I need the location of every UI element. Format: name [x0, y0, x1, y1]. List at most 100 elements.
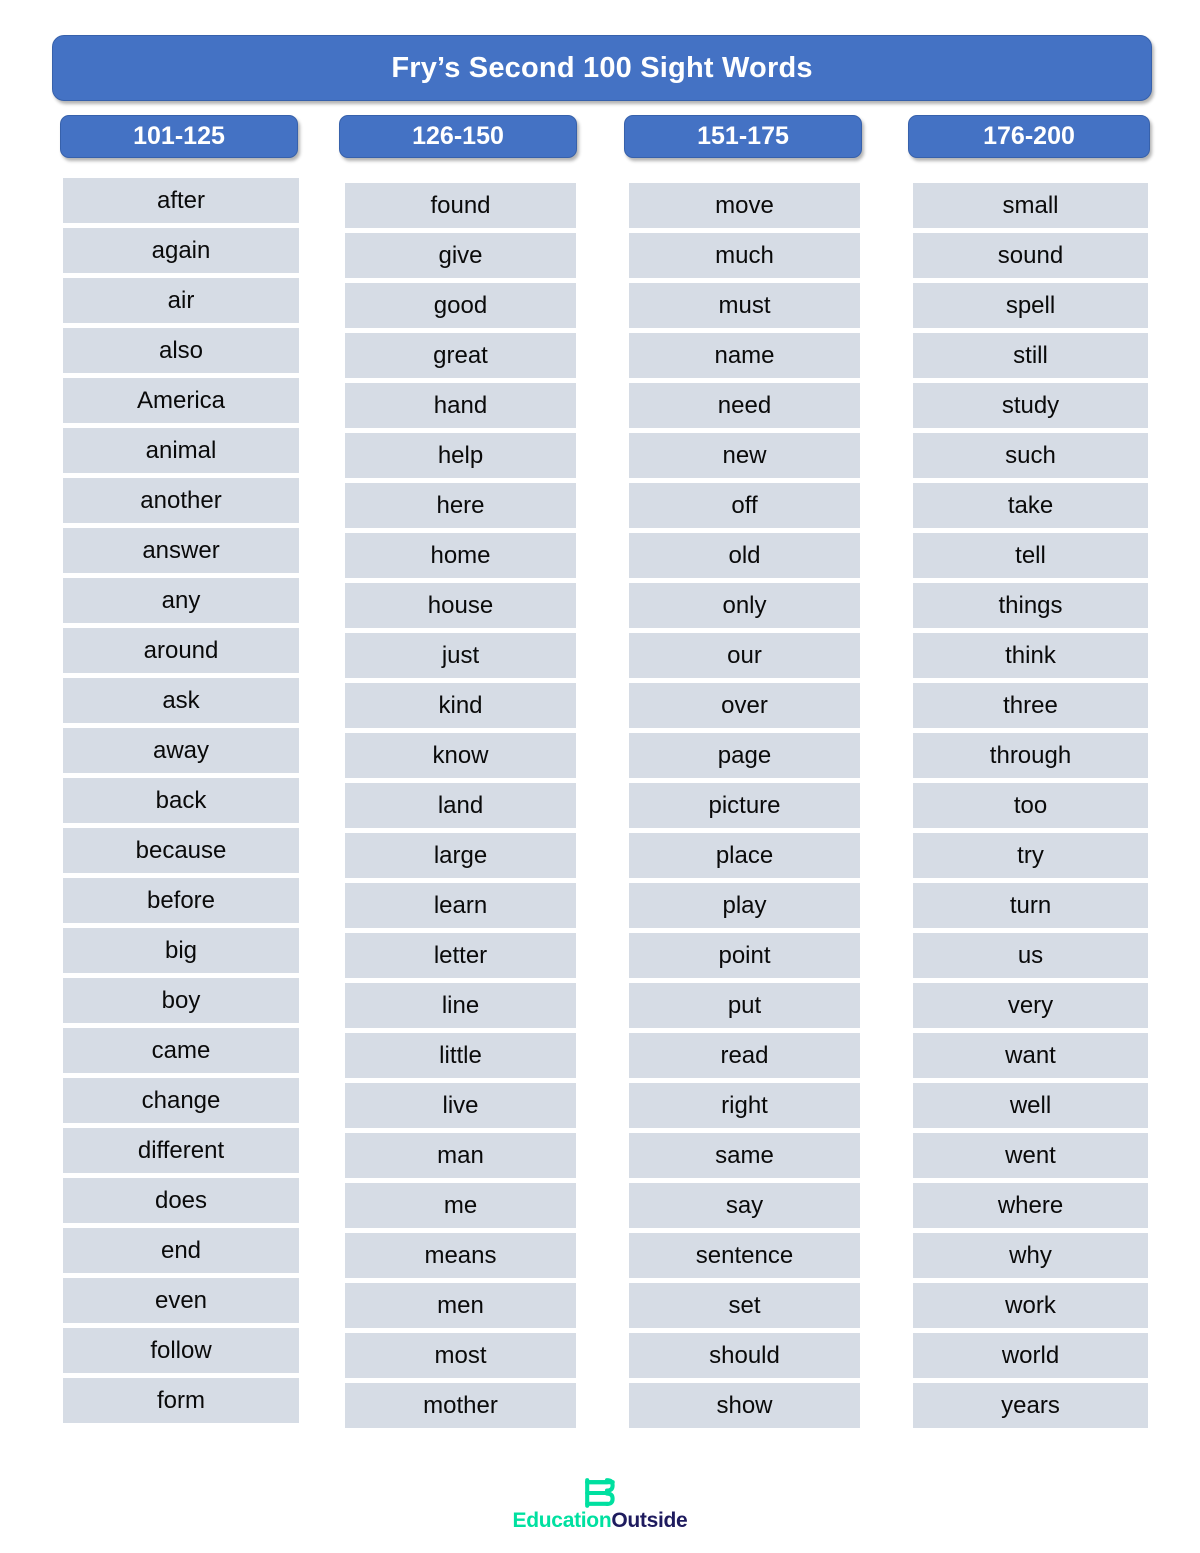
word-label: through: [989, 741, 1072, 769]
word-cell: spell: [913, 283, 1148, 328]
word-cell: letter: [345, 933, 576, 978]
word-cell: need: [629, 383, 860, 428]
word-label: take: [1007, 491, 1054, 519]
word-label: our: [727, 641, 762, 669]
word-label: us: [1017, 941, 1044, 969]
column-header-126-150: 126-150: [339, 115, 577, 158]
word-label: sound: [997, 241, 1064, 269]
word-cell: place: [629, 833, 860, 878]
word-label: where: [997, 1191, 1064, 1219]
word-cell: little: [345, 1033, 576, 1078]
word-label: America: [136, 386, 226, 414]
word-label: because: [135, 836, 227, 864]
word-label: came: [151, 1036, 211, 1064]
word-label: place: [715, 841, 774, 869]
logo-word-education: Education: [512, 1509, 612, 1532]
word-cell: just: [345, 633, 576, 678]
word-label: man: [437, 1141, 484, 1169]
column-header-label: 126-150: [412, 122, 504, 150]
word-label: away: [152, 736, 210, 764]
word-label: line: [441, 991, 480, 1019]
word-label: answer: [142, 536, 220, 564]
worksheet-page: Fry’s Second 100 Sight Words 101-125 126…: [0, 0, 1200, 1553]
stacked-book-e-icon: [585, 1478, 615, 1508]
word-label: around: [143, 636, 219, 664]
word-cell: after: [63, 178, 299, 223]
word-cell: kind: [345, 683, 576, 728]
word-cell: sound: [913, 233, 1148, 278]
word-cell: America: [63, 378, 299, 423]
word-label: also: [158, 336, 204, 364]
column-header-label: 151-175: [697, 122, 789, 150]
word-label: such: [1005, 441, 1056, 469]
word-label: well: [1009, 1091, 1052, 1119]
word-column-176-200: small sound spell still study such take tell thi…: [913, 183, 1148, 1428]
word-label: say: [725, 1191, 764, 1219]
word-cell: work: [913, 1283, 1148, 1328]
word-cell: must: [629, 283, 860, 328]
word-cell: men: [345, 1283, 576, 1328]
word-cell: where: [913, 1183, 1148, 1228]
word-cell: too: [913, 783, 1148, 828]
word-label: found: [430, 191, 491, 219]
word-cell: big: [63, 928, 299, 973]
word-label: boy: [161, 986, 201, 1014]
word-cell: live: [345, 1083, 576, 1128]
word-cell: right: [629, 1083, 860, 1128]
word-cell: old: [629, 533, 860, 578]
word-cell: same: [629, 1133, 860, 1178]
word-label: change: [141, 1086, 221, 1114]
word-cell: point: [629, 933, 860, 978]
word-label: right: [721, 1091, 768, 1119]
word-cell: answer: [63, 528, 299, 573]
word-label: air: [167, 286, 195, 314]
word-cell: away: [63, 728, 299, 773]
word-cell: means: [345, 1233, 576, 1278]
word-cell: change: [63, 1078, 299, 1123]
word-cell: page: [629, 733, 860, 778]
word-label: picture: [708, 791, 781, 819]
word-label: learn: [433, 891, 488, 919]
word-cell: through: [913, 733, 1148, 778]
word-cell: world: [913, 1333, 1148, 1378]
word-label: think: [1005, 641, 1056, 669]
word-cell: help: [345, 433, 576, 478]
word-cell: why: [913, 1233, 1148, 1278]
word-cell: only: [629, 583, 860, 628]
word-label: even: [154, 1286, 208, 1314]
word-label: another: [140, 486, 222, 514]
word-label: small: [1002, 191, 1059, 219]
word-cell: take: [913, 483, 1148, 528]
word-cell: mother: [345, 1383, 576, 1428]
word-cell: house: [345, 583, 576, 628]
word-cell: large: [345, 833, 576, 878]
word-cell: show: [629, 1383, 860, 1428]
word-label: world: [1001, 1341, 1060, 1369]
word-cell: line: [345, 983, 576, 1028]
word-label: need: [717, 391, 772, 419]
word-cell: back: [63, 778, 299, 823]
word-label: too: [1013, 791, 1048, 819]
column-header-label: 176-200: [983, 122, 1075, 150]
word-label: before: [146, 886, 216, 914]
word-cell: say: [629, 1183, 860, 1228]
word-label: good: [433, 291, 488, 319]
word-label: things: [998, 591, 1063, 619]
word-label: give: [438, 241, 483, 269]
word-cell: much: [629, 233, 860, 278]
word-cell: around: [63, 628, 299, 673]
word-cell: before: [63, 878, 299, 923]
word-label: men: [437, 1291, 484, 1319]
word-cell: sentence: [629, 1233, 860, 1278]
page-title-banner: Fry’s Second 100 Sight Words: [52, 35, 1152, 101]
word-label: letter: [433, 941, 488, 969]
word-label: little: [439, 1041, 482, 1069]
word-cell: because: [63, 828, 299, 873]
word-label: after: [156, 186, 206, 214]
word-cell: land: [345, 783, 576, 828]
word-label: study: [1001, 391, 1060, 419]
word-cell: still: [913, 333, 1148, 378]
word-cell: small: [913, 183, 1148, 228]
word-cell: end: [63, 1228, 299, 1273]
column-header-101-125: 101-125: [60, 115, 298, 158]
